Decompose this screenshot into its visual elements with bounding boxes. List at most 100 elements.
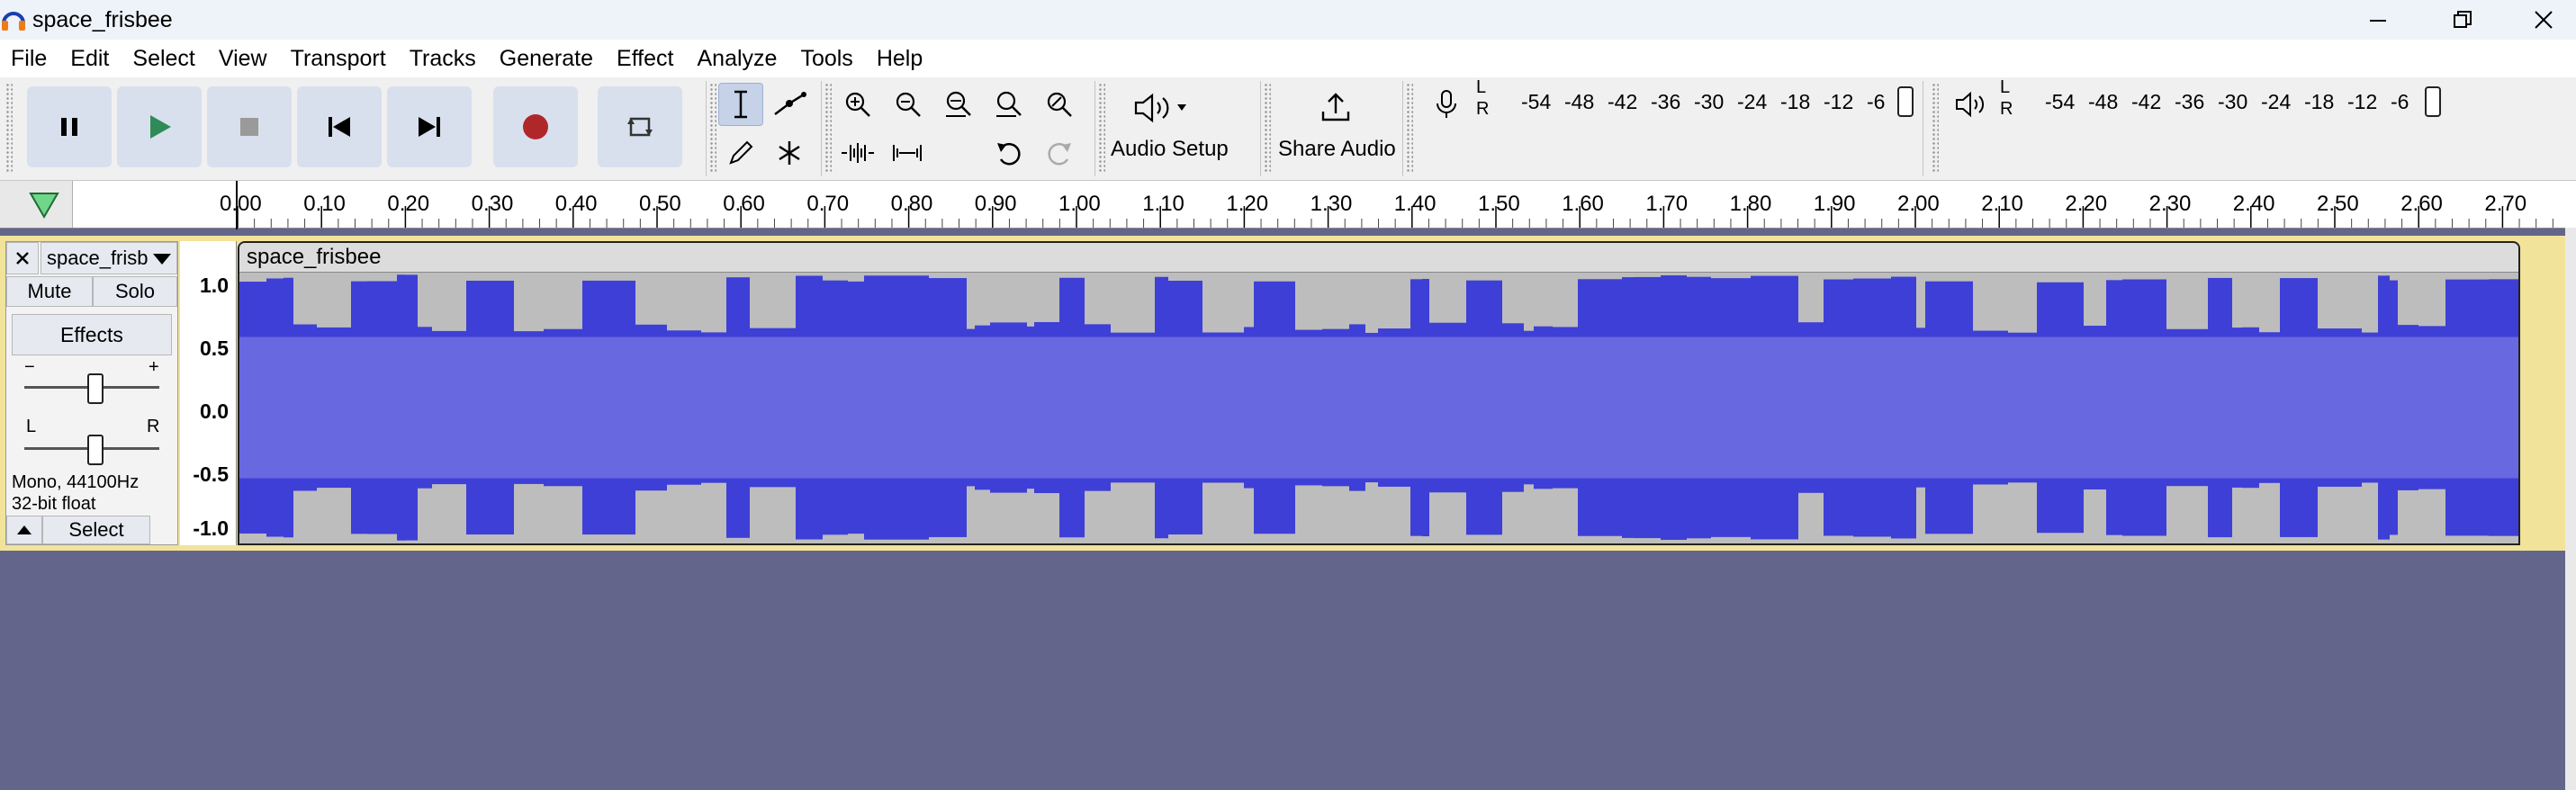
speaker-dropdown-icon: [1134, 93, 1186, 123]
menu-effect[interactable]: Effect: [606, 46, 686, 72]
vertical-scrollbar[interactable]: [2565, 228, 2576, 790]
draw-tool-button[interactable]: [718, 131, 763, 175]
meter-tick: -36: [1651, 90, 1681, 113]
close-track-button[interactable]: [6, 242, 39, 274]
ruler-tick-label: 1.40: [1393, 192, 1437, 216]
menu-analyze[interactable]: Analyze: [686, 46, 789, 72]
zoom-out-button[interactable]: [886, 83, 931, 126]
toolbar: Audio Setup Share Audio L R -54 -48 -42 …: [0, 77, 2576, 181]
toolbar-grip[interactable]: [824, 83, 832, 173]
playback-meter-button[interactable]: [1950, 83, 1991, 126]
skip-to-end-button[interactable]: [387, 86, 472, 167]
close-window-button[interactable]: [2499, 0, 2576, 40]
playback-level-slider-thumb[interactable]: [2425, 86, 2441, 117]
menu-tracks[interactable]: Tracks: [399, 46, 489, 72]
timeline-ruler[interactable]: 0.00 0.10 0.20 0.30 0.40 0.50 0.60 0.70 0.80 0.90…: [0, 181, 2576, 229]
solo-button[interactable]: Solo: [93, 276, 177, 307]
restore-button[interactable]: [2418, 0, 2508, 40]
menu-tools[interactable]: Tools: [789, 46, 865, 72]
record-level-slider-thumb[interactable]: [1897, 86, 1914, 117]
ruler-tick-label: 1.60: [1562, 192, 1604, 216]
toolbar-grip[interactable]: [1406, 83, 1413, 173]
silence-audio-button[interactable]: [886, 131, 931, 175]
multi-tool-button[interactable]: [767, 131, 812, 175]
menu-edit[interactable]: Edit: [59, 46, 122, 72]
meter-tick: -18: [1780, 90, 1811, 113]
redo-button[interactable]: [1037, 131, 1082, 175]
toolbar-grip[interactable]: [1264, 83, 1271, 173]
loop-button[interactable]: [598, 86, 682, 167]
pause-button[interactable]: [27, 86, 112, 167]
zoom-toggle-button[interactable]: [1037, 83, 1082, 126]
audio-setup-button[interactable]: Audio Setup: [1111, 85, 1229, 173]
fit-selection-button[interactable]: [936, 83, 981, 126]
record-meter-scale[interactable]: -54 -48 -42 -36 -30 -24 -18 -12 -6: [1521, 90, 1894, 114]
track-menu-button[interactable]: space_frisb: [41, 242, 177, 274]
meter-tick: -18: [2304, 90, 2335, 113]
playback-meter-left-label: L: [2000, 77, 2011, 97]
gain-plus-label: +: [149, 357, 159, 377]
track-bit-depth-info: 32-bit float: [12, 494, 96, 514]
menu-help[interactable]: Help: [866, 46, 935, 72]
zoom-in-button[interactable]: [835, 83, 880, 126]
audio-track[interactable]: space_frisb Mute Solo Effects − + L R Mo…: [0, 236, 2565, 551]
toolbar-grip[interactable]: [5, 83, 13, 173]
meter-tick: -12: [2347, 90, 2378, 113]
menu-file[interactable]: File: [0, 46, 59, 72]
pan-right-label: R: [147, 417, 160, 436]
minimize-button[interactable]: [2333, 0, 2423, 40]
skip-to-start-button[interactable]: [297, 86, 382, 167]
effects-label: Effects: [60, 322, 123, 346]
fit-project-button[interactable]: [986, 83, 1031, 126]
gain-slider-thumb[interactable]: [87, 373, 104, 404]
menu-transport[interactable]: Transport: [280, 46, 399, 72]
skip-end-icon: [419, 117, 440, 137]
audio-setup-label: Audio Setup: [1111, 137, 1229, 161]
effects-button[interactable]: Effects: [12, 314, 172, 355]
mute-button[interactable]: Mute: [6, 276, 93, 307]
playback-meter-scale[interactable]: -54 -48 -42 -36 -30 -24 -18 -12 -6: [2045, 90, 2418, 114]
record-button[interactable]: [493, 86, 578, 167]
amplitude-label: -1.0: [193, 516, 229, 540]
meter-tick: -30: [2218, 90, 2248, 113]
undo-button[interactable]: [986, 131, 1031, 175]
waveform[interactable]: [239, 272, 2518, 543]
collapse-track-button[interactable]: [6, 516, 42, 544]
toolbar-grip[interactable]: [1098, 83, 1105, 173]
meter-tick: -48: [2088, 90, 2119, 113]
trim-audio-button[interactable]: [835, 131, 880, 175]
ruler-tick-label: 0.20: [387, 192, 430, 216]
menu-generate[interactable]: Generate: [489, 46, 606, 72]
audio-clip[interactable]: space_frisbee: [238, 241, 2520, 545]
menu-view[interactable]: View: [208, 46, 280, 72]
record-meter-button[interactable]: [1426, 83, 1467, 126]
amplitude-label: 0.0: [200, 399, 229, 423]
toolbar-grip[interactable]: [1932, 83, 1939, 173]
envelope-tool-button[interactable]: [767, 83, 812, 126]
ruler-tick-label: 0.40: [554, 192, 598, 216]
menu-bar: File Edit Select View Transport Tracks G…: [0, 40, 2576, 77]
pencil-icon: [729, 140, 753, 165]
ruler-tick-label: 0.80: [890, 192, 933, 216]
meter-tick: -54: [2045, 90, 2076, 113]
share-audio-button[interactable]: Share Audio: [1273, 85, 1399, 173]
envelope-icon: [774, 92, 806, 115]
play-button[interactable]: [117, 86, 202, 167]
stop-icon: [240, 118, 258, 136]
stop-button[interactable]: [207, 86, 292, 167]
clip-header[interactable]: space_frisbee: [239, 243, 2518, 273]
edit-cursor: [236, 181, 238, 229]
select-label: Select: [68, 518, 124, 541]
record-icon: [523, 114, 548, 139]
toolbar-separator: [1260, 81, 1261, 176]
chevron-up-icon: [17, 525, 32, 534]
ruler-tick-label: 1.90: [1813, 192, 1856, 216]
select-track-button[interactable]: Select: [42, 516, 150, 544]
menu-select[interactable]: Select: [122, 46, 207, 72]
mute-label: Mute: [27, 280, 72, 302]
pan-slider-thumb[interactable]: [87, 435, 104, 465]
record-meter-left-label: L: [1476, 77, 1487, 97]
toolbar-grip[interactable]: [709, 83, 716, 173]
ruler-tick-label: 2.20: [2065, 192, 2108, 216]
selection-tool-button[interactable]: [718, 83, 763, 126]
